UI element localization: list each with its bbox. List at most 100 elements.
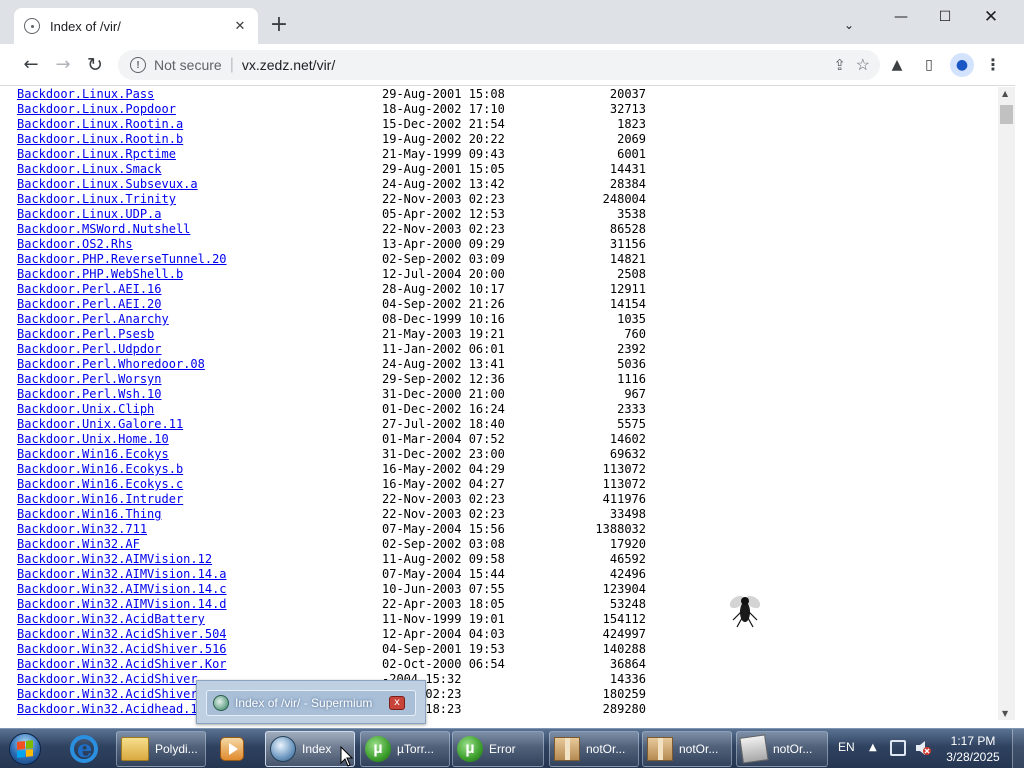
file-link[interactable]: Backdoor.OS2.Rhs bbox=[17, 237, 133, 252]
file-link[interactable]: Backdoor.Unix.Home.10 bbox=[17, 432, 169, 447]
file-date: 29-Aug-2001 15:05 bbox=[382, 162, 505, 176]
file-link[interactable]: Backdoor.Perl.Anarchy bbox=[17, 312, 169, 327]
forward-button[interactable]: → bbox=[50, 52, 76, 78]
address-bar[interactable]: ! Not secure | vx.zedz.net/vir/ ⇪ ☆ bbox=[118, 50, 880, 80]
scrollbar-thumb[interactable] bbox=[1000, 105, 1013, 124]
taskbar-item-polydi[interactable]: Polydi... bbox=[116, 731, 206, 767]
file-link[interactable]: Backdoor.Linux.UDP.a bbox=[17, 207, 162, 222]
file-size: 36864 bbox=[609, 657, 646, 671]
file-link[interactable]: Backdoor.Perl.AEI.16 bbox=[17, 282, 162, 297]
file-link[interactable]: Backdoor.Win16.Intruder bbox=[17, 492, 183, 507]
file-link[interactable]: Backdoor.Win32.AcidShiver.504 bbox=[17, 627, 227, 642]
share-icon[interactable]: ⇪ bbox=[833, 56, 846, 74]
maximize-button[interactable]: ☐ bbox=[922, 4, 968, 30]
taskbar-item-utorrent[interactable]: µ µTorr... bbox=[360, 731, 450, 767]
bookmark-star-icon[interactable]: ☆ bbox=[856, 55, 870, 75]
tray-expand-arrow-icon[interactable]: ▲ bbox=[869, 742, 877, 753]
file-date: 10-Jun-2003 07:55 bbox=[382, 582, 505, 596]
taskbar-preview[interactable]: Index of /vir/ - Supermium x bbox=[196, 680, 426, 724]
close-window-button[interactable]: ✕ bbox=[968, 4, 1014, 30]
profile-avatar-icon[interactable]: ● bbox=[950, 53, 974, 77]
file-link[interactable]: Backdoor.Linux.Rpctime bbox=[17, 147, 176, 162]
file-link[interactable]: Backdoor.Win32.AcidShiver bbox=[17, 687, 198, 702]
url-text[interactable]: vx.zedz.net/vir/ bbox=[242, 57, 335, 73]
file-link[interactable]: Backdoor.Win16.Ecokys.b bbox=[17, 462, 183, 477]
file-link[interactable]: Backdoor.Linux.Trinity bbox=[17, 192, 176, 207]
back-button[interactable]: ← bbox=[18, 52, 44, 78]
side-panel-icon[interactable]: ▯ bbox=[919, 55, 939, 75]
scroll-down-arrow-icon[interactable]: ▼ bbox=[1002, 709, 1008, 718]
file-link[interactable]: Backdoor.Perl.Worsyn bbox=[17, 372, 162, 387]
network-icon[interactable] bbox=[890, 740, 906, 756]
file-link[interactable]: Backdoor.Win32.AIMVision.14.c bbox=[17, 582, 227, 597]
new-tab-button[interactable]: + bbox=[266, 13, 292, 39]
file-link[interactable]: Backdoor.Linux.Popdoor bbox=[17, 102, 176, 117]
file-size: 180259 bbox=[602, 687, 646, 701]
system-clock[interactable]: 1:17 PM 3/28/2025 bbox=[938, 733, 1008, 765]
file-link[interactable]: Backdoor.Win32.AIMVision.12 bbox=[17, 552, 212, 567]
taskbar-item-notor-2[interactable]: notOr... bbox=[642, 731, 732, 767]
package-box-icon bbox=[554, 737, 580, 761]
tab-close-icon[interactable]: ✕ bbox=[232, 19, 248, 34]
tab-search-chevron-icon[interactable]: ⌄ bbox=[826, 12, 872, 38]
file-link[interactable]: Backdoor.Linux.Rootin.b bbox=[17, 132, 183, 147]
file-link[interactable]: Backdoor.Unix.Cliph bbox=[17, 402, 154, 417]
file-link[interactable]: Backdoor.Win16.Ecokys.c bbox=[17, 477, 183, 492]
taskbar-label: Index bbox=[302, 742, 332, 756]
taskbar-internet-explorer[interactable] bbox=[64, 731, 104, 767]
taskbar-item-notor-1[interactable]: notOr... bbox=[549, 731, 639, 767]
page-content: Backdoor.Linux.Pass 29-Aug-2001 15:08 2003… bbox=[0, 87, 998, 720]
file-link[interactable]: Backdoor.Linux.Pass bbox=[17, 87, 154, 102]
file-link[interactable]: Backdoor.PHP.WebShell.b bbox=[17, 267, 183, 282]
file-link[interactable]: Backdoor.Win32.AIMVision.14.d bbox=[17, 597, 227, 612]
file-link[interactable]: Backdoor.Win32.711 bbox=[17, 522, 147, 537]
file-size: 14336 bbox=[609, 672, 646, 686]
file-link[interactable]: Backdoor.Perl.Whoredoor.08 bbox=[17, 357, 205, 372]
file-link[interactable]: Backdoor.Perl.Psesb bbox=[17, 327, 154, 342]
start-button[interactable] bbox=[4, 730, 44, 768]
file-link[interactable]: Backdoor.Win32.AcidShiver.Kor bbox=[17, 657, 227, 672]
reload-button[interactable]: ↻ bbox=[82, 52, 108, 78]
vertical-scrollbar[interactable]: ▲ ▼ bbox=[998, 87, 1015, 720]
tab-index-of-vir[interactable]: Index of /vir/ ✕ bbox=[14, 8, 258, 44]
volume-muted-icon[interactable] bbox=[914, 739, 932, 757]
taskbar-item-notor-3[interactable]: notOr... bbox=[736, 731, 828, 767]
file-size: 53248 bbox=[609, 597, 646, 611]
preview-titlebar[interactable]: Index of /vir/ - Supermium x bbox=[206, 690, 416, 716]
file-link[interactable]: Backdoor.Perl.AEI.20 bbox=[17, 297, 162, 312]
file-link[interactable]: Backdoor.Win32.AIMVision.14.a bbox=[17, 567, 227, 582]
taskbar-label: notOr... bbox=[586, 742, 626, 756]
file-link[interactable]: Backdoor.Perl.Wsh.10 bbox=[17, 387, 162, 402]
file-link[interactable]: Backdoor.Win32.AcidShiver bbox=[17, 672, 198, 687]
file-date: 08-Dec-1999 10:16 bbox=[382, 312, 505, 326]
file-link[interactable]: Backdoor.Win16.Thing bbox=[17, 507, 162, 522]
file-link[interactable]: Backdoor.MSWord.Nutshell bbox=[17, 222, 190, 237]
file-size: 69632 bbox=[609, 447, 646, 461]
preview-close-button[interactable]: x bbox=[389, 696, 405, 710]
show-desktop-button[interactable] bbox=[1012, 729, 1024, 768]
extensions-icon[interactable]: ▲ bbox=[887, 55, 907, 75]
taskbar-item-error[interactable]: µ Error bbox=[452, 731, 544, 767]
file-link[interactable]: Backdoor.Win32.AcidBattery bbox=[17, 612, 205, 627]
minimize-button[interactable]: — bbox=[878, 4, 924, 30]
media-player-icon bbox=[220, 737, 244, 761]
file-link[interactable]: Backdoor.Win32.AF bbox=[17, 537, 140, 552]
menu-kebab-icon[interactable]: ⋮ bbox=[983, 55, 1003, 75]
warning-icon[interactable]: ! bbox=[130, 57, 146, 73]
file-link[interactable]: Backdoor.Perl.Udpdor bbox=[17, 342, 162, 357]
file-link[interactable]: Backdoor.Win32.AcidShiver.516 bbox=[17, 642, 227, 657]
file-link[interactable]: Backdoor.Win32.Acidhead.1 bbox=[17, 702, 198, 717]
file-link[interactable]: Backdoor.Win16.Ecokys bbox=[17, 447, 169, 462]
security-label[interactable]: Not secure bbox=[154, 57, 222, 73]
file-link[interactable]: Backdoor.Unix.Galore.11 bbox=[17, 417, 183, 432]
file-size: 32713 bbox=[609, 102, 646, 116]
file-link[interactable]: Backdoor.PHP.ReverseTunnel.20 bbox=[17, 252, 227, 267]
taskbar-media-player[interactable] bbox=[212, 731, 252, 767]
scroll-up-arrow-icon[interactable]: ▲ bbox=[1002, 89, 1008, 98]
language-indicator[interactable]: EN bbox=[838, 740, 855, 754]
file-date: 16-May-2002 04:27 bbox=[382, 477, 505, 491]
file-link[interactable]: Backdoor.Linux.Rootin.a bbox=[17, 117, 183, 132]
file-link[interactable]: Backdoor.Linux.Subsevux.a bbox=[17, 177, 198, 192]
file-size: 2508 bbox=[617, 267, 646, 281]
file-link[interactable]: Backdoor.Linux.Smack bbox=[17, 162, 162, 177]
